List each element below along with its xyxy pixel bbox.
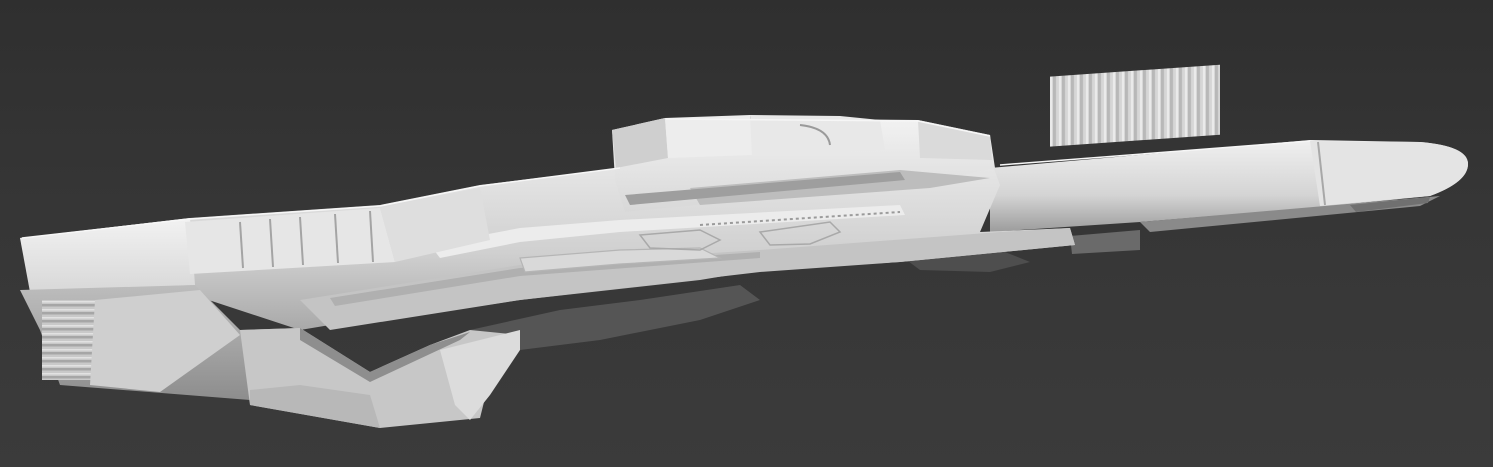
butt-grip-ribs bbox=[42, 300, 97, 380]
barrel-ribbed-section bbox=[1050, 64, 1220, 147]
grip bbox=[240, 328, 520, 428]
rifle-model bbox=[20, 64, 1468, 428]
muzzle-tip bbox=[1310, 141, 1468, 206]
barrel bbox=[990, 64, 1468, 254]
viewport-3d[interactable] bbox=[0, 0, 1493, 467]
